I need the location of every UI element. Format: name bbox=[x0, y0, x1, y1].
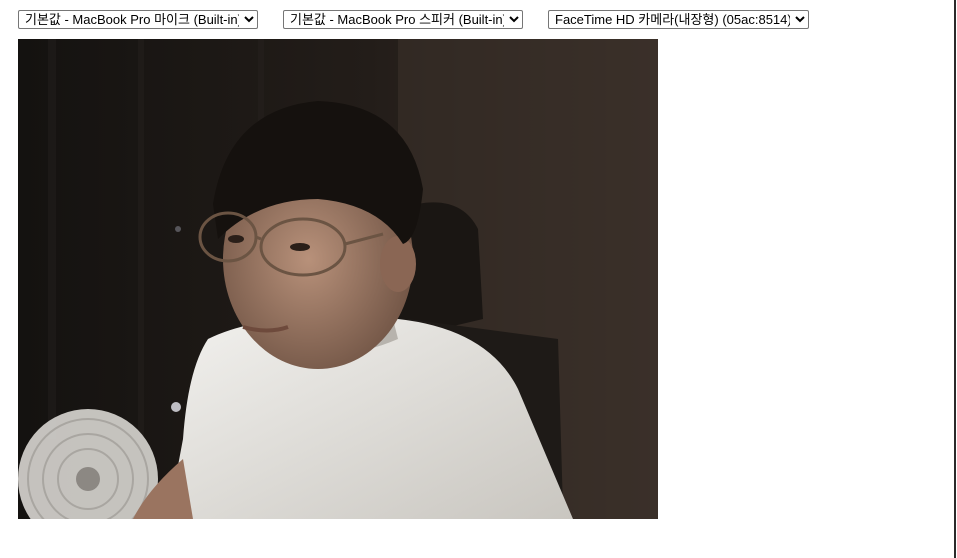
person-eye bbox=[290, 243, 310, 251]
person-eye bbox=[228, 235, 244, 243]
window-edge bbox=[954, 0, 956, 558]
person-ear bbox=[380, 236, 416, 292]
window-light bbox=[171, 402, 181, 412]
page: 기본값 - MacBook Pro 마이크 (Built-in) 기본값 - M… bbox=[0, 0, 957, 558]
camera-select[interactable]: FaceTime HD 카메라(내장형) (05ac:8514) bbox=[548, 10, 809, 29]
speaker-select[interactable]: 기본값 - MacBook Pro 스피커 (Built-in) bbox=[283, 10, 523, 29]
webcam-frame-graphic bbox=[18, 39, 658, 519]
window-light bbox=[175, 226, 181, 232]
webcam-video bbox=[18, 39, 658, 519]
microphone-select[interactable]: 기본값 - MacBook Pro 마이크 (Built-in) bbox=[18, 10, 258, 29]
